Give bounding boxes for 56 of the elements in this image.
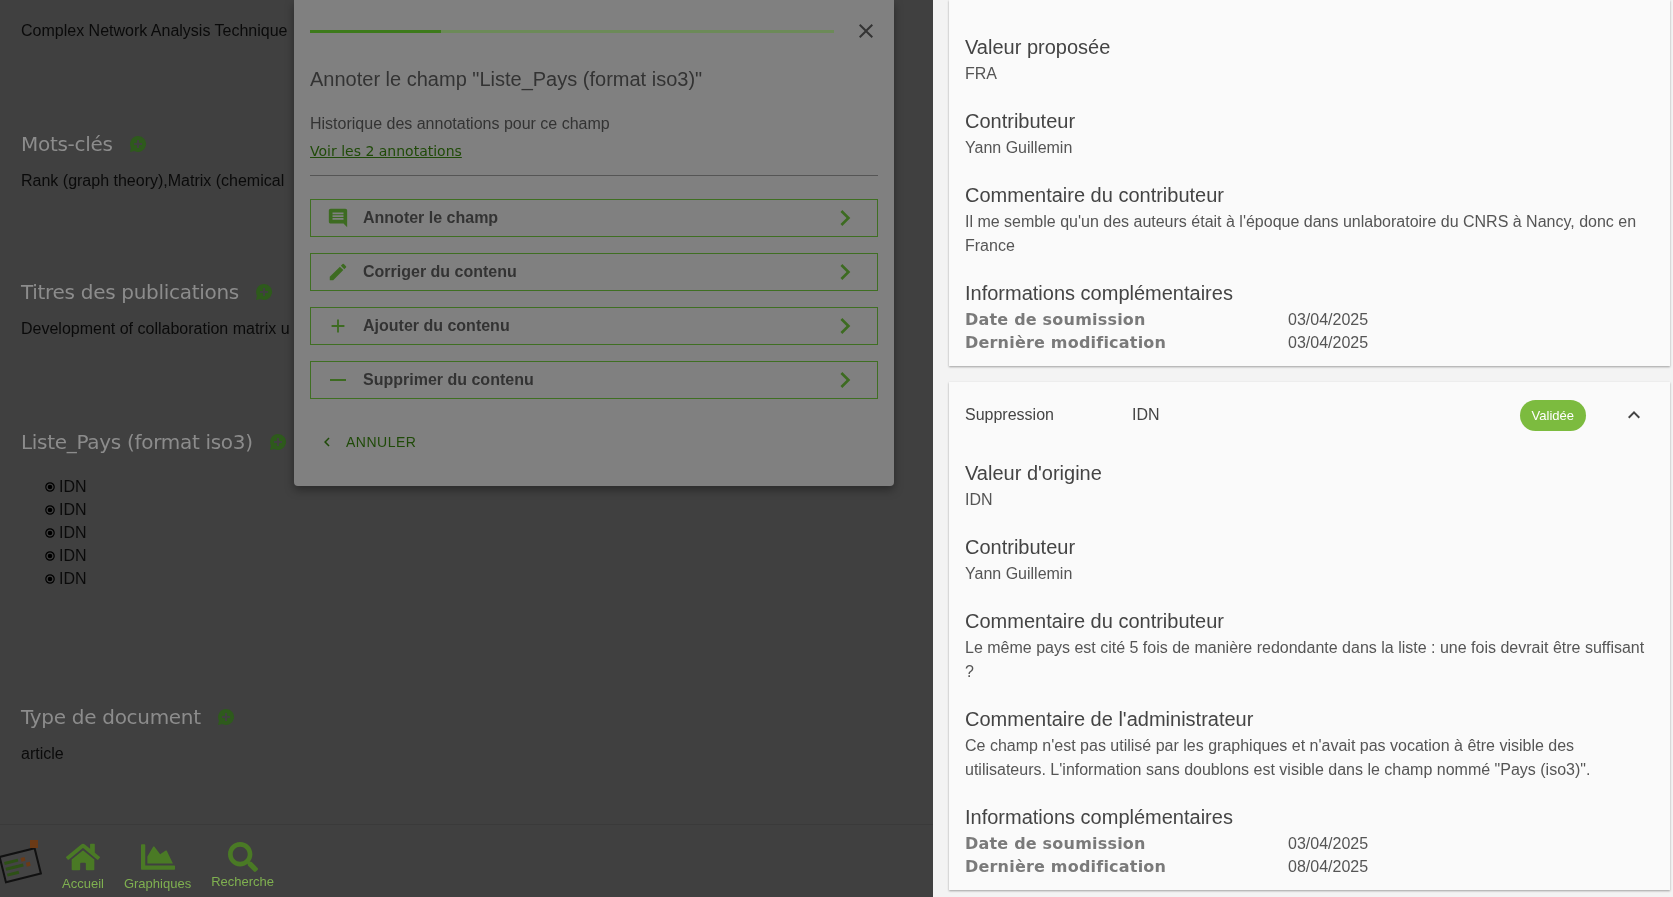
field-label: Commentaire du contributeur <box>965 183 1225 208</box>
annotations-link[interactable]: Voir les 2 annotations <box>310 143 462 159</box>
dialog-subtitle: Historique des annotations pour ce champ <box>310 115 611 133</box>
nav-item[interactable]: Graphiques <box>123 831 192 891</box>
info-date: 08/04/2025 <box>1288 857 1369 877</box>
section-heading: Titres des publications <box>21 280 239 304</box>
action-button[interactable]: Corriger du contenu <box>310 253 878 291</box>
bullet-icon <box>45 551 55 561</box>
field-label: Valeur proposée <box>965 35 1112 60</box>
info-label: Date de soumission <box>965 833 1147 855</box>
info-date: 03/04/2025 <box>1288 834 1369 854</box>
field-label: Commentaire du contributeur <box>965 609 1225 634</box>
field-label: Valeur d'origine <box>965 461 1103 486</box>
bullet-icon <box>45 505 55 515</box>
annotation-value: IDN <box>1132 406 1161 424</box>
logo-drawing[interactable] <box>0 838 42 884</box>
comment-add-icon[interactable] <box>254 283 273 301</box>
comment-add-icon[interactable] <box>216 708 235 726</box>
info-date: 03/04/2025 <box>1288 310 1369 330</box>
bullet-icon <box>45 528 55 538</box>
comment-icon <box>327 207 349 229</box>
comment-add-icon[interactable] <box>268 433 287 451</box>
field-text: Ce champ n'est pas utilisé par les graphiques et n'avait pas vocation à être visible des utilisateurs. L'information sans doublons est visible dans le champ nommé "Pays (iso3)". <box>965 736 1592 780</box>
nav-item[interactable]: Accueil <box>62 831 104 891</box>
section-heading: Liste_Pays (format iso3) <box>21 430 253 454</box>
action-button[interactable]: Supprimer du contenu <box>310 361 878 399</box>
field-label: Contributeur <box>965 535 1077 560</box>
nav-item[interactable]: Recherche <box>211 833 274 889</box>
dialog-title: Annoter le champ "Liste_Pays (format iso3)" <box>310 68 704 91</box>
field-text: Yann Guillemin <box>965 564 1074 584</box>
info-label: Dernière modification <box>965 856 1168 878</box>
info-label: Date de soumission <box>965 309 1147 331</box>
annotation-type: Suppression <box>965 406 1055 424</box>
cancel-button[interactable]: ANNULER <box>310 429 425 455</box>
bullet-icon <box>45 574 55 584</box>
minus-icon <box>330 379 346 381</box>
section-heading: Type de document <box>21 705 201 729</box>
field-label: Commentaire de l'administrateur <box>965 707 1255 732</box>
action-button[interactable]: Ajouter du contenu <box>310 307 878 345</box>
field-text: Yann Guillemin <box>965 138 1074 158</box>
pencil-icon <box>327 261 349 283</box>
field-label: Informations complémentaires <box>965 805 1234 830</box>
field-text: Il me semble qu'un des auteurs était à l'époque dans unlaboratoire du CNRS à Nancy, donc en France <box>965 212 1638 256</box>
comment-add-icon[interactable] <box>128 135 147 153</box>
field-label: Contributeur <box>965 109 1077 134</box>
field-text: Le même pays est cité 5 fois de manière redondante dans la liste : une fois devrait être suffisant ? <box>965 638 1646 682</box>
field-text: FRA <box>965 64 998 84</box>
info-label: Dernière modification <box>965 332 1168 354</box>
bullet-icon <box>45 482 55 492</box>
action-button[interactable]: Annoter le champ <box>310 199 878 237</box>
section-heading: Mots-clés <box>21 132 113 156</box>
info-date: 03/04/2025 <box>1288 333 1369 353</box>
status-badge: Validée <box>1519 399 1586 431</box>
field-text: IDN <box>965 490 994 510</box>
search-icon <box>227 841 258 872</box>
field-label: Informations complémentaires <box>965 281 1234 306</box>
